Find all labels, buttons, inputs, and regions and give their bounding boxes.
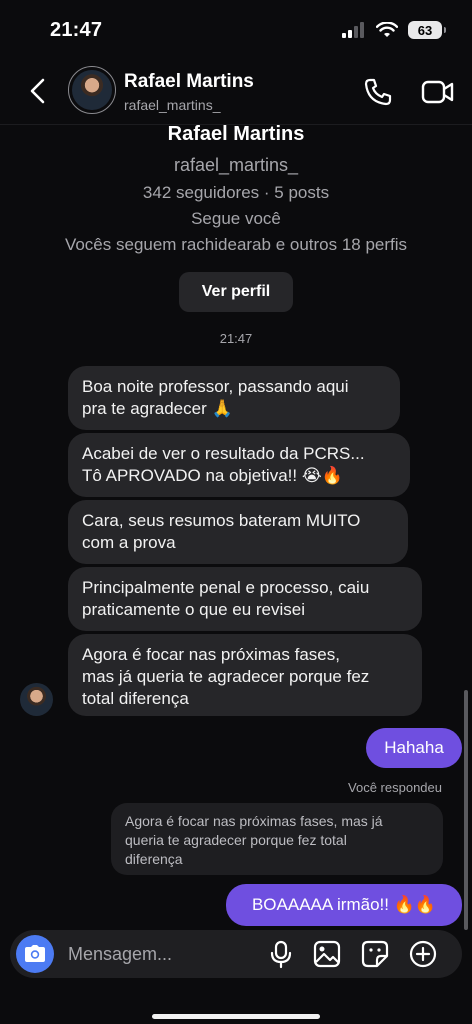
message-line: praticamente o que eu revisei: [82, 600, 306, 619]
microphone-icon[interactable]: [266, 939, 296, 969]
outgoing-message[interactable]: BOAAAAA irmão!! 🔥🔥: [226, 884, 462, 926]
outgoing-message[interactable]: Hahaha: [366, 728, 462, 768]
message-line: com a prova: [82, 533, 176, 552]
message-text: Hahaha: [384, 738, 444, 757]
message-line: pra te agradecer 🙏: [82, 399, 233, 418]
profile-username: rafael_martins_: [173, 155, 299, 175]
message-line: Cara, seus resumos bateram MUITO: [82, 511, 361, 530]
camera-icon: [25, 945, 45, 962]
gallery-icon[interactable]: [312, 939, 342, 969]
camera-button[interactable]: [16, 935, 54, 973]
follows-you-text: Segue você: [191, 209, 281, 228]
status-time: 21:47: [50, 19, 103, 41]
message-line: total diferença: [82, 689, 189, 708]
quoted-message[interactable]: Agora é focar nas próximas fases, mas já…: [111, 803, 443, 875]
header-name[interactable]: Rafael Martins: [124, 71, 254, 93]
incoming-message[interactable]: Agora é focar nas próximas fases, mas já…: [68, 634, 422, 716]
sender-avatar[interactable]: [20, 683, 53, 716]
message-line: Tô APROVADO na objetiva!! 😭🔥: [82, 466, 343, 485]
message-line: Boa noite professor, passando aqui: [82, 377, 349, 396]
add-icon[interactable]: [408, 939, 438, 969]
incoming-message[interactable]: Cara, seus resumos bateram MUITO com a p…: [68, 500, 408, 564]
incoming-message[interactable]: Acabei de ver o resultado da PCRS... Tô …: [68, 433, 410, 497]
message-composer: [10, 930, 462, 978]
quoted-line: queria te agradecer porque fez total: [125, 832, 347, 848]
phone-call-button[interactable]: [362, 76, 394, 108]
message-timestamp: 21:47: [219, 331, 253, 346]
message-line: Acabei de ver o resultado da PCRS...: [82, 444, 365, 463]
view-profile-button[interactable]: Ver perfil: [179, 272, 293, 312]
chat-header: Rafael Martins rafael_martins_: [0, 58, 472, 125]
incoming-message[interactable]: Principalmente penal e processo, caiu pr…: [68, 567, 422, 631]
header-username[interactable]: rafael_martins_: [124, 97, 221, 113]
message-line: Agora é focar nas próximas fases,: [82, 645, 340, 664]
incoming-message[interactable]: Boa noite professor, passando aqui pra t…: [68, 366, 400, 430]
message-line: mas já queria te agradecer porque fez: [82, 667, 370, 686]
status-indicators: 63: [342, 21, 446, 39]
back-button[interactable]: [24, 76, 54, 106]
profile-stats: 342 seguidores · 5 posts: [142, 183, 330, 202]
reply-label: Você respondeu: [348, 780, 442, 795]
wifi-icon: [376, 22, 398, 37]
avatar-image: [72, 70, 112, 110]
sticker-icon[interactable]: [360, 939, 390, 969]
quoted-line: Agora é focar nas próximas fases, mas já: [125, 813, 383, 829]
message-input[interactable]: [68, 940, 258, 968]
signal-icon: [342, 22, 364, 38]
message-text: BOAAAAA irmão!! 🔥🔥: [251, 895, 437, 914]
home-indicator: [152, 1014, 320, 1019]
header-avatar[interactable]: [68, 66, 116, 114]
quoted-line: diferença: [125, 851, 183, 867]
scrollbar[interactable]: [464, 690, 468, 930]
video-call-button[interactable]: [420, 76, 456, 108]
profile-name: Rafael Martins: [167, 123, 305, 145]
mutual-followers-text: Vocês seguem rachidearab e outros 18 per…: [64, 235, 408, 254]
battery-indicator: 63: [408, 21, 446, 39]
message-line: Principalmente penal e processo, caiu: [82, 578, 370, 597]
